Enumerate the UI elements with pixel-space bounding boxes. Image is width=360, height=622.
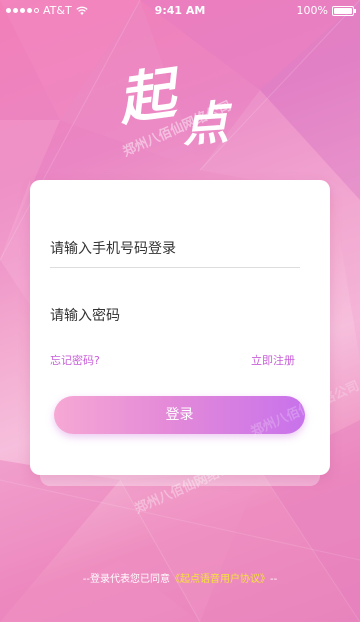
- agreement-suffix: --: [270, 574, 278, 585]
- user-agreement-link[interactable]: 《起点语音用户协议》: [170, 574, 270, 585]
- battery-icon: [332, 5, 356, 16]
- form-links: 忘记密码? 立即注册: [50, 352, 295, 368]
- battery-percent: 100%: [296, 4, 328, 17]
- forgot-password-link[interactable]: 忘记密码?: [50, 352, 100, 368]
- agreement-text: --登录代表您已同意《起点语音用户协议》--: [0, 570, 360, 585]
- agreement-prefix: --登录代表您已同意: [82, 574, 170, 585]
- status-bar: AT&T 9:41 AM 100%: [0, 0, 360, 20]
- phone-input[interactable]: 请输入手机号码登录: [50, 231, 300, 268]
- login-screen: AT&T 9:41 AM 100% 起 点 郑州八佰仙网络公司 请输入手机号码登…: [0, 0, 360, 622]
- register-link[interactable]: 立即注册: [251, 352, 295, 368]
- status-right: 100%: [296, 4, 356, 17]
- password-input[interactable]: 请输入密码: [50, 298, 300, 334]
- login-card: 请输入手机号码登录 请输入密码 忘记密码? 立即注册 登录: [30, 180, 330, 475]
